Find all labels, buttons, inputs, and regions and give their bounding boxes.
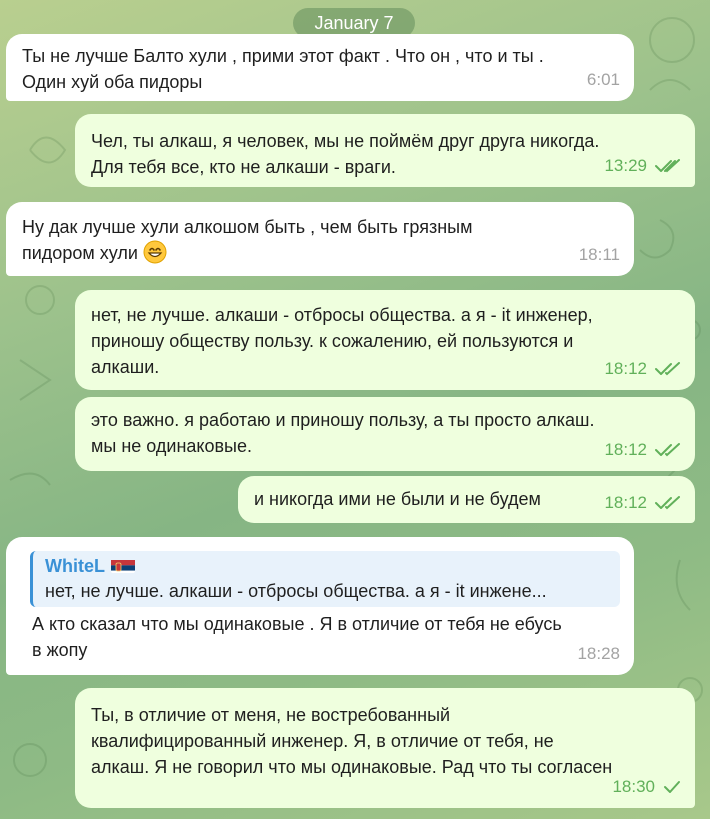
reply-author: WhiteL (45, 553, 610, 579)
message-meta: 18:12 (604, 490, 681, 516)
message-meta: 18:28 (577, 641, 620, 667)
message-meta: 6:01 (587, 67, 620, 93)
message-outgoing[interactable]: это важно. я работаю и приношу пользу, а… (75, 397, 695, 471)
message-outgoing[interactable]: нет, не лучше. алкаши - отбросы общества… (75, 290, 695, 390)
message-text: Чел, ты алкаш, я человек, мы не поймём д… (91, 131, 600, 177)
message-text: это важно. я работаю и приношу пользу, а… (91, 410, 595, 456)
message-time: 18:12 (604, 359, 647, 378)
message-text: Ты не лучше Балто хули , прими этот факт… (22, 46, 544, 92)
message-incoming[interactable]: Ну дак лучше хули алкошом быть , чем быт… (6, 202, 634, 276)
serbia-flag-icon (111, 557, 135, 573)
message-time: 18:12 (604, 493, 647, 512)
message-time: 18:30 (612, 777, 655, 796)
message-meta: 13:29 (604, 153, 681, 179)
message-time: 6:01 (586, 70, 620, 89)
message-outgoing[interactable]: Ты, в отличие от меня, не востребованный… (75, 688, 695, 808)
double-check-icon (655, 362, 680, 376)
check-icon (664, 781, 680, 793)
double-check-icon (655, 443, 680, 457)
double-check-icon (655, 496, 680, 510)
message-meta: 18:12 (604, 356, 681, 382)
message-text: Ты, в отличие от меня, не востребованный… (91, 705, 613, 777)
message-time: 18:11 (578, 245, 620, 264)
message-incoming[interactable]: WhiteL нет, не лучше. алкаши - отбросы о… (6, 537, 634, 675)
message-meta: 18:30 (612, 774, 681, 800)
message-outgoing[interactable]: и никогда ими не были и не будем 18:12 (238, 476, 695, 523)
grinning-face-emoji (143, 240, 167, 264)
message-text: Ну дак лучше хули алкошом быть , чем быт… (22, 217, 473, 264)
message-time: 18:28 (577, 644, 620, 663)
message-incoming[interactable]: Ты не лучше Балто хули , прими этот факт… (6, 34, 634, 101)
message-outgoing[interactable]: Чел, ты алкаш, я человек, мы не поймём д… (75, 114, 695, 187)
message-time: 18:12 (604, 440, 647, 459)
message-time: 13:29 (604, 156, 647, 175)
message-text: А кто сказал что мы одинаковые . Я в отл… (32, 614, 562, 660)
message-text: нет, не лучше. алкаши - отбросы общества… (91, 305, 593, 377)
message-meta: 18:11 (579, 242, 620, 268)
double-check-icon (655, 159, 680, 173)
reply-quote[interactable]: WhiteL нет, не лучше. алкаши - отбросы о… (30, 551, 620, 607)
reply-preview-text: нет, не лучше. алкаши - отбросы общества… (45, 581, 547, 601)
message-meta: 18:12 (604, 437, 681, 463)
